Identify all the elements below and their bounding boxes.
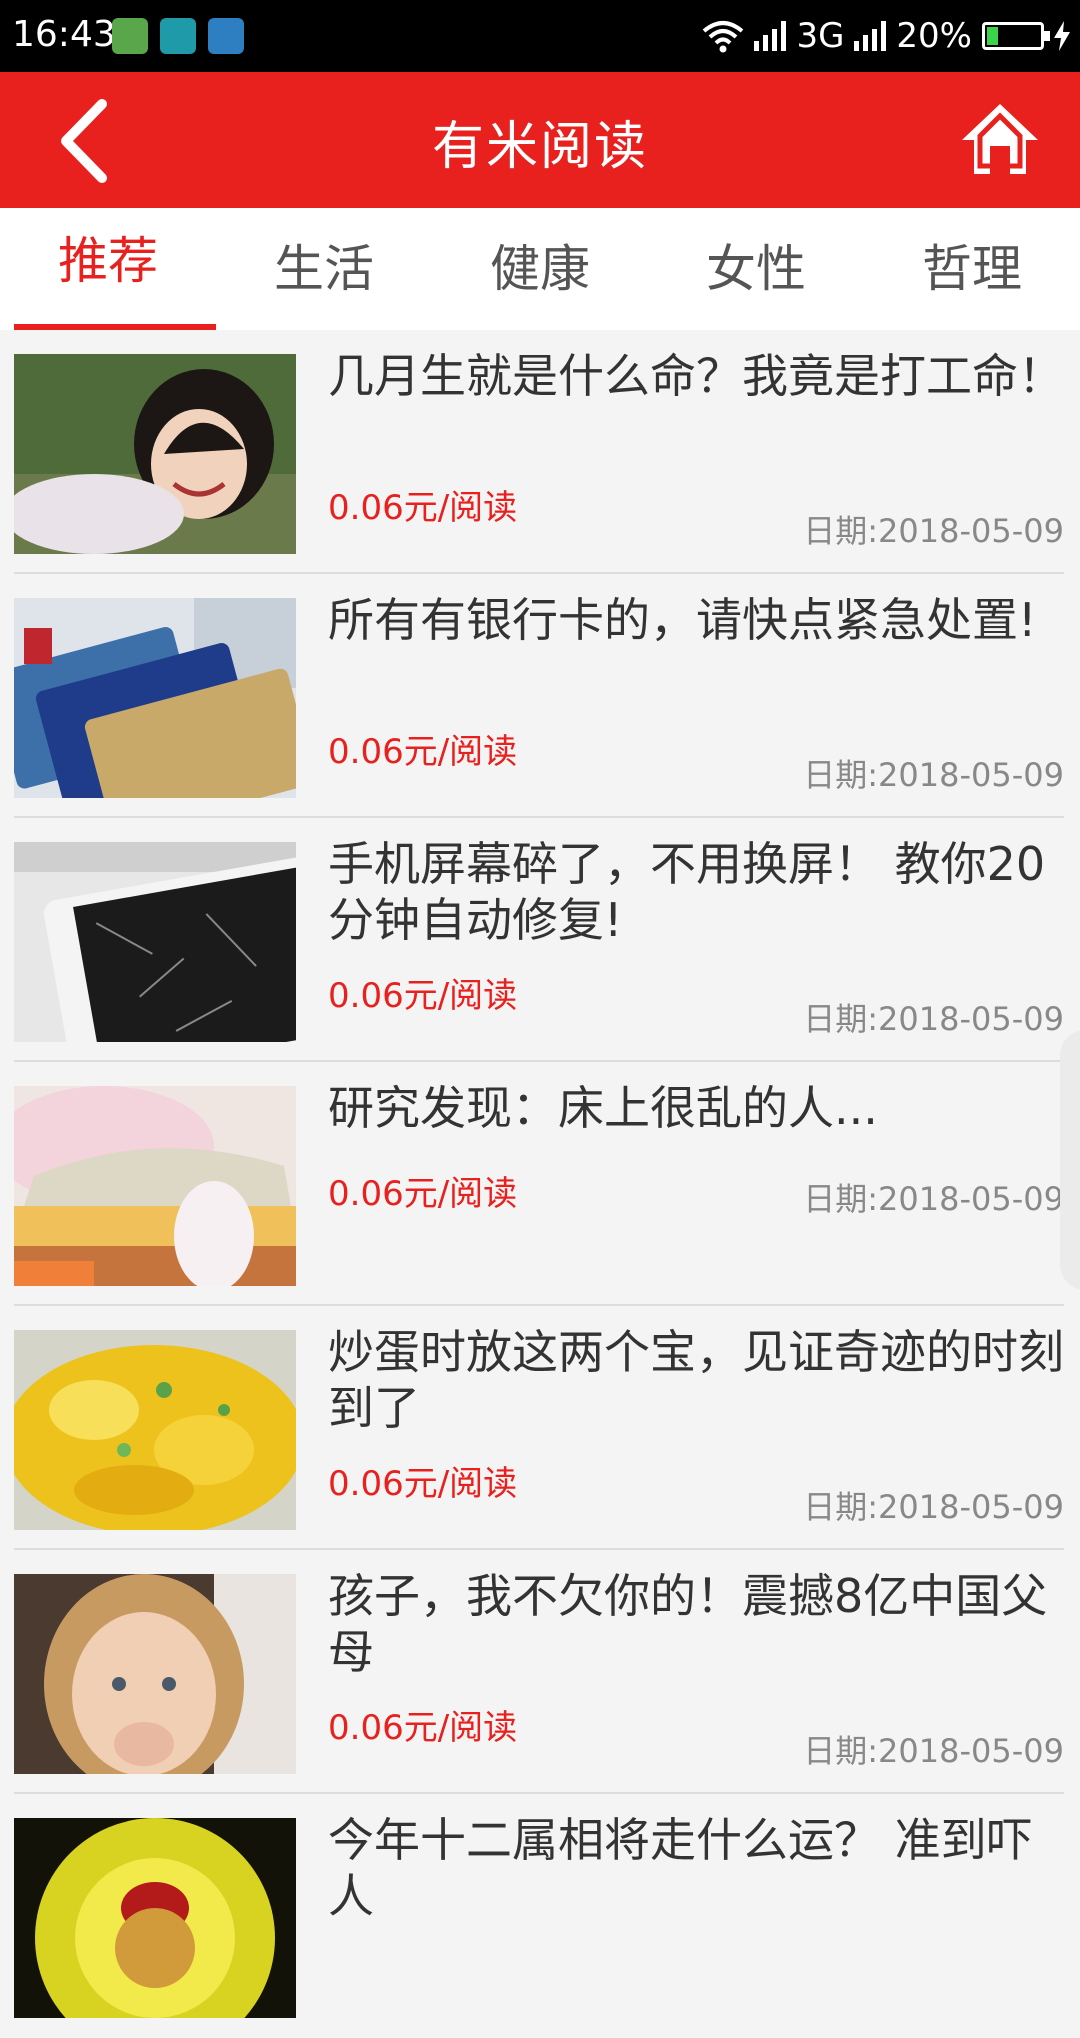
tab-label: 健康 [490, 240, 590, 298]
wifi-icon [703, 21, 744, 53]
tab-recommend[interactable]: 推荐 [0, 208, 216, 330]
article-title: 几月生就是什么命？我竟是打工命！ [328, 349, 1064, 403]
article-price: 0.06元/阅读 [328, 976, 518, 1016]
network-type: 3G [796, 16, 845, 56]
category-tabs: 推荐 生活 健康 女性 哲理 [0, 208, 1080, 330]
list-item[interactable]: 今年十二属相将走什么运？ 准到吓人 [14, 1794, 1064, 2038]
article-price: 0.06元/阅读 [328, 1174, 518, 1214]
article-thumbnail [14, 1574, 296, 1774]
article-title: 今年十二属相将走什么运？ 准到吓人 [328, 1813, 1033, 1923]
battery-icon [982, 22, 1050, 50]
tab-women[interactable]: 女性 [648, 208, 864, 330]
charging-icon [1054, 21, 1070, 51]
article-date: 日期:2018-05-09 [803, 1488, 1064, 1526]
status-indicators: 3G 20% [702, 14, 1070, 58]
article-thumbnail [14, 1330, 296, 1530]
article-date: 日期:2018-05-09 [803, 1180, 1064, 1218]
article-title: 手机屏幕碎了，不用换屏！ 教你20分钟自动修复! [328, 837, 1046, 947]
tab-health[interactable]: 健康 [432, 208, 648, 330]
home-icon[interactable] [960, 100, 1040, 180]
page-title: 有米阅读 [431, 117, 648, 177]
tab-label: 推荐 [58, 232, 158, 290]
tab-philosophy[interactable]: 哲理 [864, 208, 1080, 330]
article-title: 所有有银行卡的，请快点紧急处置! [328, 593, 1037, 647]
article-thumbnail [14, 842, 296, 1042]
list-item[interactable]: 炒蛋时放这两个宝，见证奇迹的时刻到了 0.06元/阅读 日期:2018-05-0… [14, 1306, 1064, 1550]
list-item[interactable]: 手机屏幕碎了，不用换屏！ 教你20分钟自动修复! 0.06元/阅读 日期:201… [14, 818, 1064, 1062]
signal-icon [754, 21, 787, 51]
article-price: 0.06元/阅读 [328, 1464, 518, 1504]
tab-label: 女性 [706, 240, 806, 298]
signal-icon-2 [854, 21, 887, 51]
tab-label: 哲理 [922, 240, 1022, 298]
article-thumbnail [14, 354, 296, 554]
app-header: 有米阅读 [0, 72, 1080, 208]
tab-life[interactable]: 生活 [216, 208, 432, 330]
article-date: 日期:2018-05-09 [803, 1000, 1064, 1038]
article-thumbnail [14, 1086, 296, 1286]
scroll-handle[interactable] [1060, 1030, 1080, 1290]
article-thumbnail [14, 598, 296, 798]
article-title: 孩子，我不欠你的！震撼8亿中国父母 [328, 1569, 1048, 1679]
article-price: 0.06元/阅读 [328, 732, 518, 772]
article-title: 研究发现：床上很乱的人... [328, 1081, 878, 1135]
tab-label: 生活 [274, 240, 374, 298]
scan-app-icon [160, 18, 196, 54]
shield-app-icon [112, 18, 148, 54]
battery-percent: 20% [896, 16, 972, 56]
article-date: 日期:2018-05-09 [803, 1732, 1064, 1770]
article-title: 炒蛋时放这两个宝，见证奇迹的时刻到了 [328, 1325, 1064, 1435]
list-item[interactable]: 所有有银行卡的，请快点紧急处置! 0.06元/阅读 日期:2018-05-09 [14, 574, 1064, 818]
article-date: 日期:2018-05-09 [803, 512, 1064, 550]
article-price: 0.06元/阅读 [328, 488, 518, 528]
status-bar: 16:43 3G 20% [0, 0, 1080, 72]
article-price: 0.06元/阅读 [328, 1708, 518, 1748]
article-date: 日期:2018-05-09 [803, 756, 1064, 794]
battery-app-icon [208, 18, 244, 54]
list-item[interactable]: 孩子，我不欠你的！震撼8亿中国父母 0.06元/阅读 日期:2018-05-09 [14, 1550, 1064, 1794]
article-thumbnail [14, 1818, 296, 2018]
list-item[interactable]: 几月生就是什么命？我竟是打工命！ 0.06元/阅读 日期:2018-05-09 [14, 330, 1064, 574]
list-item[interactable]: 研究发现：床上很乱的人... 0.06元/阅读 日期:2018-05-09 [14, 1062, 1064, 1306]
status-time: 16:43 [12, 14, 116, 55]
